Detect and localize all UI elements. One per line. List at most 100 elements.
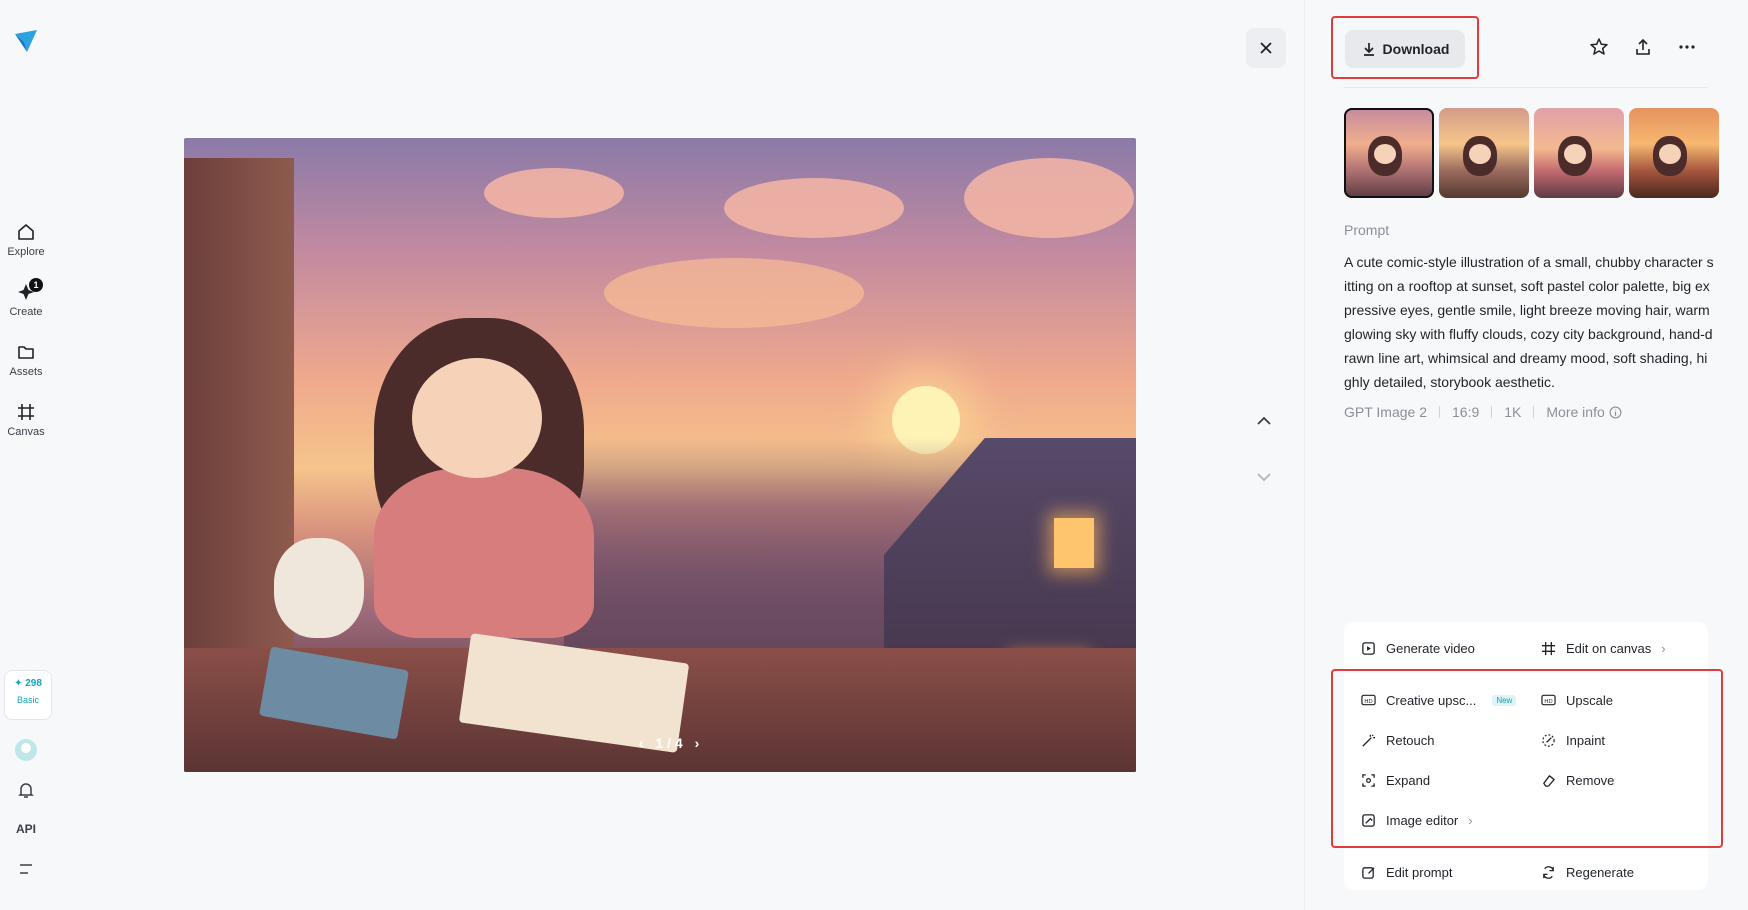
more-options-button[interactable] [1676,36,1698,58]
image-edit-icon [1360,812,1376,828]
next-image-button[interactable]: › [695,735,700,751]
cloud [724,178,904,238]
more-info-link[interactable]: More info [1546,404,1622,420]
image-editor-button[interactable]: Image editor › [1360,812,1473,828]
close-button[interactable] [1246,28,1286,68]
create-badge: 1 [29,278,43,292]
generated-image[interactable]: ‹ 1 / 4 › [184,138,1136,772]
edit-prompt-button[interactable]: Edit prompt [1360,864,1452,880]
thumbnail[interactable] [1344,108,1434,198]
action-label: Edit prompt [1386,864,1453,880]
girl-face [412,358,542,478]
download-icon [1363,43,1374,56]
girl-body [374,468,594,638]
model-name: GPT Image 2 [1344,404,1428,420]
sidebar-item-label: Assets [9,366,43,378]
expand-icon [1360,772,1376,788]
video-icon [1360,640,1376,656]
thumbnail-face [1659,144,1681,164]
actions-card: Generate video Edit on canvas › HD Creat… [1344,622,1708,890]
thumbnail-strip [1344,108,1719,198]
eraser-icon [1540,772,1556,788]
generate-video-button[interactable]: Generate video [1360,640,1475,656]
credits-badge[interactable]: ✦ 298 Basic [4,670,52,720]
meta-separator [1439,406,1441,418]
chevron-right-icon: › [1468,812,1473,828]
creative-upscale-button[interactable]: HD Creative upsc... New [1360,692,1517,708]
hd-icon: HD [1360,692,1376,708]
prev-image-button[interactable]: ‹ [639,735,644,751]
thumbnail[interactable] [1629,108,1719,198]
left-sidebar: Explore 1 Create Assets Canvas ✦ 298 Bas… [0,0,52,910]
sidebar-item-label: Canvas [7,426,45,438]
pager-count: 1 / 4 [655,735,683,751]
thumbnail-face [1469,144,1491,164]
folder-icon [18,346,34,359]
api-link[interactable]: API [0,822,52,836]
chevron-up-icon[interactable] [1254,414,1274,428]
app-logo-icon[interactable] [13,28,39,54]
image-pager: ‹ 1 / 4 › [624,730,714,756]
thumbnail[interactable] [1534,108,1624,198]
retouch-button[interactable]: Retouch [1360,732,1434,748]
aspect-ratio: 16:9 [1452,404,1480,420]
download-button[interactable]: Download [1345,30,1465,68]
download-label: Download [1382,41,1450,57]
regenerate-button[interactable]: Regenerate [1540,864,1634,880]
svg-text:HD: HD [1544,699,1553,705]
cat [274,538,364,638]
inpaint-icon [1540,732,1556,748]
chevron-down-icon[interactable] [1254,470,1274,484]
cloud [604,258,864,328]
sidebar-item-create[interactable]: 1 Create [0,278,52,318]
action-label: Edit on canvas [1566,640,1652,656]
close-icon [1260,42,1272,54]
thumbnail-face [1564,144,1586,164]
sidebar-item-assets[interactable]: Assets [0,342,52,378]
share-icon [1636,38,1650,55]
cloud [484,168,624,218]
bell-icon[interactable] [16,780,36,800]
action-label: Inpaint [1566,732,1606,748]
resolution: 1K [1504,404,1522,420]
share-button[interactable] [1632,36,1654,58]
upscale-button[interactable]: HD Upscale [1540,692,1613,708]
svg-text:HD: HD [1364,699,1373,705]
hd-icon: HD [1540,692,1556,708]
thumbnail-face [1374,144,1396,164]
info-icon [1609,406,1622,418]
edit-on-canvas-button[interactable]: Edit on canvas › [1540,640,1666,656]
thumbnail[interactable] [1439,108,1529,198]
window [1054,518,1094,568]
action-label: Image editor [1386,812,1459,828]
more-icon [1679,45,1695,49]
top-actions [1588,36,1698,58]
collapse-menu-icon[interactable] [18,862,34,876]
sidebar-item-canvas[interactable]: Canvas [0,402,52,438]
sidebar-item-label: Create [9,306,43,318]
action-label: Creative upsc... [1386,692,1477,708]
action-label: Upscale [1566,692,1613,708]
expand-button[interactable]: Expand [1360,772,1430,788]
avatar[interactable] [15,739,37,761]
favorite-button[interactable] [1588,36,1610,58]
sidebar-item-explore[interactable]: Explore [0,222,52,258]
canvas-icon [18,404,34,420]
edit-icon [1360,864,1376,880]
divider [1344,87,1708,88]
inpaint-button[interactable]: Inpaint [1540,732,1605,748]
plan-label: Basic [16,695,39,705]
refresh-icon [1540,864,1556,880]
meta-separator [1533,406,1535,418]
new-badge: New [1492,694,1517,706]
star-icon [1590,38,1608,55]
action-label: Expand [1386,772,1431,788]
panel-divider [1304,0,1305,910]
generation-meta: GPT Image 2 16:9 1K More info [1344,404,1622,420]
action-label: Regenerate [1566,864,1634,880]
action-label: Retouch [1386,732,1435,748]
sidebar-item-label: Explore [7,246,45,258]
prompt-title: Prompt [1344,222,1390,238]
canvas-icon [1540,640,1556,656]
remove-button[interactable]: Remove [1540,772,1614,788]
